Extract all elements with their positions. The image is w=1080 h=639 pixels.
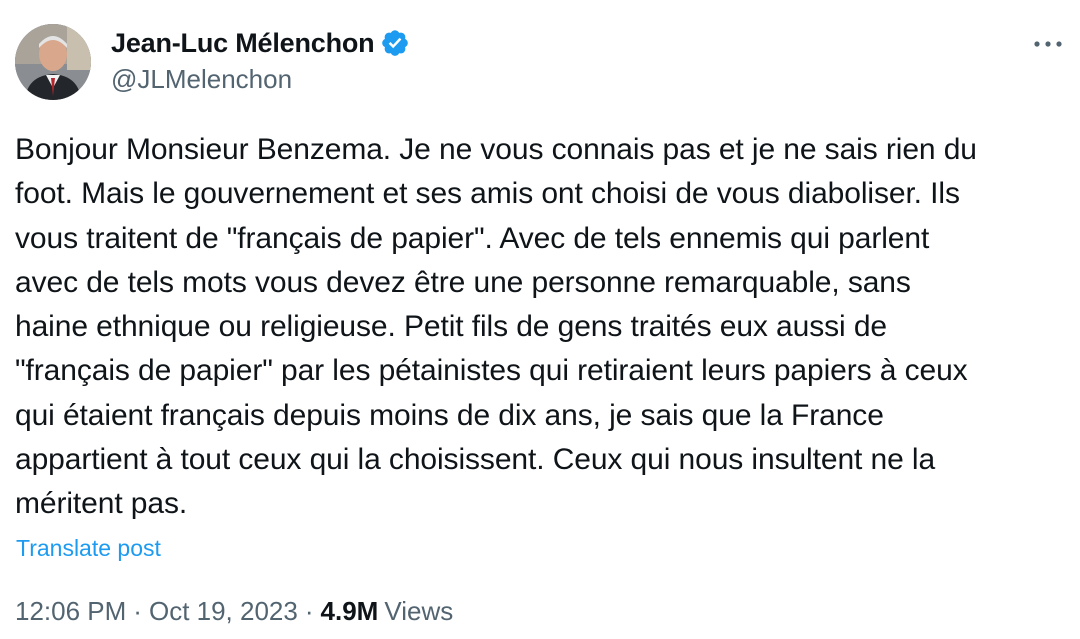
author-display-name[interactable]: Jean-Luc Mélenchon [111,28,375,59]
tweet-text-line: appartient à tout ceux qui la choisissen… [15,443,936,477]
tweet-text-line: qui étaient français depuis moins de dix… [15,398,884,432]
author-handle[interactable]: @JLMelenchon [111,64,292,95]
post-date[interactable]: Oct 19, 2023 [149,596,298,627]
tweet-text-line: Bonjour Monsieur Benzema. Je ne vous con… [15,133,977,166]
tweet-text-line: vous traitent de "français de papier". A… [15,221,930,255]
more-options-button[interactable] [1028,26,1068,62]
tweet-text-line: foot. Mais le gouvernement et ses amis o… [15,177,960,211]
meta-separator: · [133,596,142,626]
author-name-row: Jean-Luc Mélenchon [111,27,410,59]
tweet-text-line: avec de tels mots vous devez être une pe… [15,265,911,299]
meta-separator: · [304,596,314,626]
tweet: Jean-Luc Mélenchon @JLMelenchon Bonjour … [0,0,1080,639]
translate-post-link[interactable]: Translate post [16,535,161,562]
more-horizontal-icon [1034,41,1062,47]
tweet-text: Bonjour Monsieur Benzema. Je ne vous con… [15,128,1070,527]
tweet-text-line: méritent pas. [15,487,188,521]
views-label: Views [384,596,454,626]
post-time[interactable]: 12:06 PM [15,596,126,627]
avatar[interactable] [15,24,91,100]
verified-badge-icon[interactable] [380,28,410,58]
tweet-text-line: haine ethnique ou religieuse. Petit fils… [15,310,887,344]
tweet-meta: 12:06 PM · Oct 19, 2023 · 4.9M Views [15,596,453,627]
tweet-text-line: "français de papier" par les pétainistes… [15,354,968,388]
views-count: 4.9M [320,596,379,626]
